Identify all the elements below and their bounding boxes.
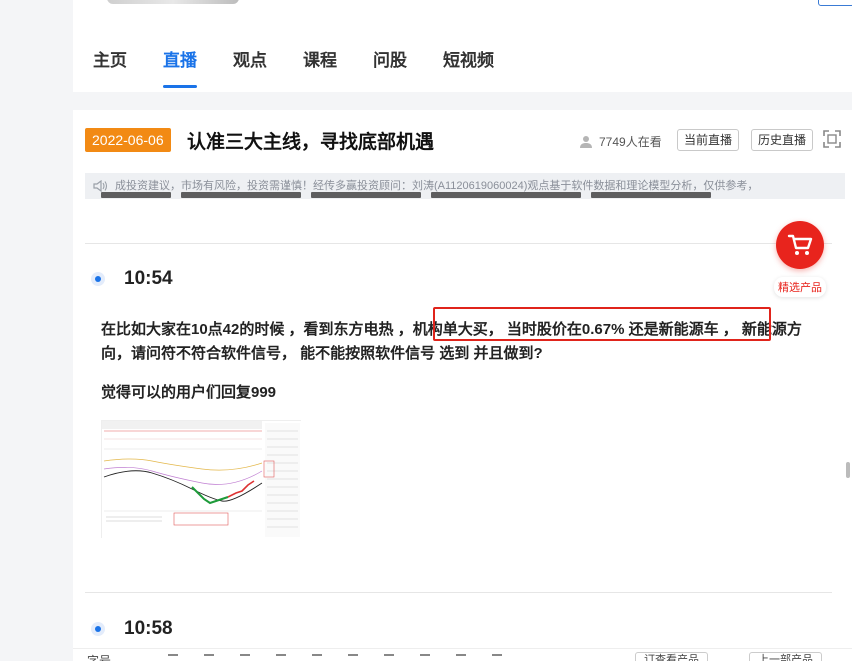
entry-paragraph: 觉得可以的用户们回复999 — [101, 384, 277, 401]
divider — [85, 243, 832, 244]
viewer-count-text: 7749人在看 — [599, 135, 662, 149]
format-icon[interactable] — [456, 654, 466, 661]
tab-course[interactable]: 课程 — [303, 50, 337, 88]
format-icon[interactable] — [420, 654, 430, 661]
bottom-toolbar: 字号 订查看产品 上一部产品 — [73, 648, 852, 661]
page: 主页 直播 观点 课程 问股 短视频 2022-06-06 认准三大主线，寻找底… — [0, 0, 852, 661]
cart-button[interactable] — [776, 221, 824, 269]
scrollbar-thumb[interactable] — [846, 462, 850, 478]
timeline-dot — [91, 272, 105, 286]
featured-products-label[interactable]: 精选产品 — [774, 277, 826, 297]
history-live-button[interactable]: 历史直播 — [751, 129, 814, 151]
format-icon[interactable] — [384, 654, 394, 661]
tab-ask-stock[interactable]: 问股 — [373, 50, 407, 88]
format-icon[interactable] — [312, 654, 322, 661]
entry-time: 10:54 — [124, 268, 173, 289]
current-live-button[interactable]: 当前直播 — [677, 129, 740, 151]
stock-chart-thumbnail — [102, 421, 302, 539]
format-icon[interactable] — [204, 654, 214, 661]
format-icon[interactable] — [348, 654, 358, 661]
tab-short-video[interactable]: 短视频 — [443, 50, 494, 88]
view-product-button[interactable]: 订查看产品 — [635, 652, 708, 661]
tab-opinion[interactable]: 观点 — [233, 50, 267, 88]
previous-text-cut — [101, 190, 751, 204]
live-card: 2022-06-06 认准三大主线，寻找底部机遇 7749人在看 当前直播 历史… — [73, 110, 852, 661]
tab-live[interactable]: 直播 — [163, 50, 197, 88]
shopping-cart-icon — [787, 234, 813, 255]
highlight-box — [433, 307, 771, 341]
entry-time: 10:58 — [124, 618, 173, 639]
scrollbar[interactable] — [842, 0, 852, 661]
viewer-count: 7749人在看 — [579, 133, 662, 150]
divider — [85, 592, 832, 593]
tab-home[interactable]: 主页 — [93, 50, 127, 88]
format-icon[interactable] — [168, 654, 178, 661]
date-badge: 2022-06-06 — [85, 128, 171, 152]
format-icon[interactable] — [492, 654, 502, 661]
featured-products-float[interactable]: 精选产品 — [765, 221, 835, 297]
format-icon[interactable] — [276, 654, 286, 661]
timeline-dot — [91, 622, 105, 636]
left-margin — [0, 0, 73, 661]
live-header: 2022-06-06 认准三大主线，寻找底部机遇 7749人在看 当前直播 历史… — [73, 110, 852, 170]
banner-image-cut — [107, 0, 239, 4]
live-title: 认准三大主线，寻找底部机遇 — [187, 132, 435, 153]
stock-chart-image[interactable] — [101, 420, 302, 539]
prev-product-button[interactable]: 上一部产品 — [749, 652, 822, 661]
main-nav: 主页 直播 观点 课程 问股 短视频 — [93, 50, 530, 88]
toolbar-icons — [168, 654, 502, 661]
user-icon — [580, 135, 592, 148]
font-size-label: 字号 — [87, 654, 112, 661]
format-icon[interactable] — [240, 654, 250, 661]
fullscreen-icon[interactable] — [823, 130, 841, 148]
top-card: 主页 直播 观点 课程 问股 短视频 — [73, 0, 852, 92]
